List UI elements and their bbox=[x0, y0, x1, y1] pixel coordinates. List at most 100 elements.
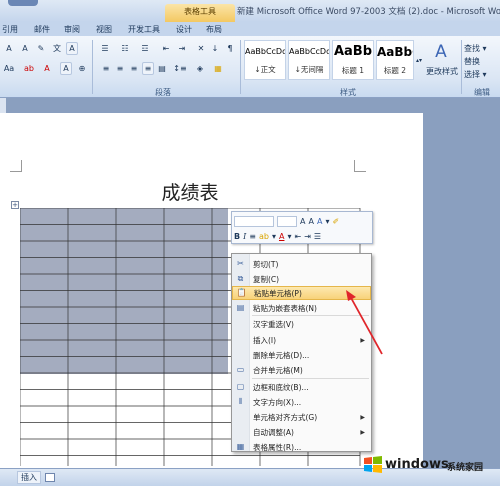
context-menu-item[interactable]: 自动调整(A) ▶ bbox=[232, 425, 371, 439]
highlight-icon[interactable]: ab bbox=[20, 62, 38, 75]
format-painter-icon[interactable]: ✐ bbox=[332, 217, 339, 226]
align-center-icon[interactable]: ≡ bbox=[114, 62, 126, 75]
bullets-icon[interactable]: ☰ bbox=[98, 42, 112, 55]
tab-developer[interactable]: 开发工具 bbox=[128, 24, 160, 35]
windows-logo-icon bbox=[364, 456, 382, 473]
dropdown-icon[interactable]: ▾ bbox=[272, 232, 276, 241]
tab-review[interactable]: 审阅 bbox=[64, 24, 80, 35]
bullets-icon[interactable]: ☰ bbox=[314, 232, 321, 241]
dropdown-icon[interactable]: ▾ bbox=[287, 232, 291, 241]
crop-mark bbox=[10, 160, 22, 172]
tab-references[interactable]: 引用 bbox=[2, 24, 18, 35]
annotation-arrow bbox=[346, 290, 383, 355]
context-menu-item-label: 粘贴为嵌套表格(N) bbox=[253, 303, 317, 313]
char-border-icon[interactable]: A bbox=[66, 42, 78, 55]
insert-mode-button[interactable]: 插入 bbox=[17, 471, 41, 484]
context-menu-item-label: 汉字重选(V) bbox=[253, 319, 294, 329]
styles-more-icon[interactable]: ▴▾ bbox=[415, 40, 423, 80]
justify-icon[interactable]: ≡ bbox=[142, 62, 154, 75]
group-separator bbox=[92, 40, 93, 94]
macro-record-icon[interactable] bbox=[45, 473, 55, 482]
align-right-icon[interactable]: ≡ bbox=[128, 62, 140, 75]
context-menu-item-label: 复制(C) bbox=[253, 274, 280, 284]
indent-icon[interactable]: ⇤ bbox=[294, 232, 301, 241]
font-size-box[interactable] bbox=[277, 215, 297, 227]
clear-format-icon[interactable]: ✎ bbox=[34, 42, 48, 55]
shrink-font-icon[interactable]: A bbox=[308, 217, 313, 226]
paste-nested-icon: ▤ bbox=[236, 303, 245, 312]
grow-font-icon[interactable]: A bbox=[300, 217, 305, 226]
submenu-arrow-icon: ▶ bbox=[360, 413, 365, 421]
group-separator bbox=[461, 40, 462, 94]
numbering-icon[interactable]: ☷ bbox=[118, 42, 132, 55]
increase-indent-icon[interactable]: ⇥ bbox=[176, 42, 188, 55]
tab-view[interactable]: 视图 bbox=[96, 24, 112, 35]
style-heading-2[interactable]: AaBbC 标题 2 bbox=[376, 40, 414, 80]
font-color-icon[interactable]: A bbox=[40, 62, 54, 75]
borders-icon[interactable]: ▦ bbox=[210, 62, 226, 75]
context-menu-item[interactable]: ▢ 边框和底纹(B)... bbox=[232, 380, 371, 394]
style-no-spacing[interactable]: AaBbCcDd ↓无间隔 bbox=[288, 40, 330, 80]
line-spacing-icon[interactable]: ↕≡ bbox=[172, 62, 188, 75]
font-color-icon[interactable]: A bbox=[279, 232, 284, 241]
tab-layout[interactable]: 布局 bbox=[206, 24, 222, 35]
text-direction-icon: ⫴ bbox=[238, 397, 243, 406]
group-separator bbox=[240, 40, 241, 94]
context-menu-item-label: 单元格对齐方式(G) bbox=[253, 412, 318, 422]
change-styles-icon[interactable]: A bbox=[426, 42, 456, 62]
style-heading-1[interactable]: AaBb 标题 1 bbox=[332, 40, 374, 80]
grow-font-button[interactable]: A bbox=[2, 42, 16, 55]
paragraph-group-label: 段落 bbox=[155, 88, 171, 97]
change-case-icon[interactable]: Aa bbox=[2, 62, 16, 75]
style-preview: AaBb bbox=[333, 44, 373, 59]
tab-mailings[interactable]: 邮件 bbox=[34, 24, 50, 35]
quick-access-toolbar[interactable] bbox=[8, 0, 38, 6]
tab-design[interactable]: 设计 bbox=[176, 24, 192, 35]
context-menu-item[interactable]: ▭ 合并单元格(M) bbox=[232, 363, 371, 377]
context-menu-item-label: 边框和底纹(B)... bbox=[253, 382, 309, 392]
highlight-icon[interactable]: ab bbox=[259, 232, 269, 241]
style-name: ↓无间隔 bbox=[294, 65, 324, 74]
change-styles-button[interactable]: 更改样式 bbox=[426, 66, 458, 77]
sort-icon[interactable]: ↓ bbox=[210, 42, 220, 55]
shading-icon[interactable]: ◈ bbox=[192, 62, 208, 75]
char-shading-icon[interactable]: A bbox=[60, 62, 72, 75]
show-marks-icon[interactable]: ¶ bbox=[224, 42, 236, 55]
context-menu-item-label: 表格属性(R)... bbox=[253, 442, 302, 452]
indent-increase-icon[interactable]: ⇥ bbox=[304, 232, 311, 241]
styles-group-label: 样式 bbox=[340, 88, 356, 97]
style-preview: AaBbCcDd bbox=[289, 47, 329, 56]
context-menu-item[interactable]: 单元格对齐方式(G) ▶ bbox=[232, 410, 371, 424]
multilevel-list-icon[interactable]: ☲ bbox=[138, 42, 152, 55]
style-normal[interactable]: AaBbCcDd ↓正文 bbox=[244, 40, 286, 80]
font-name-box[interactable] bbox=[234, 215, 274, 227]
chinese-layout-icon[interactable]: ✕ bbox=[194, 42, 208, 55]
find-button[interactable]: 查找 ▾ bbox=[464, 43, 487, 54]
enclose-char-icon[interactable]: ⊕ bbox=[76, 62, 88, 75]
table-properties-icon: ▦ bbox=[236, 442, 245, 451]
table-move-handle[interactable]: + bbox=[11, 201, 19, 209]
ribbon-tabs: 引用 邮件 审阅 视图 开发工具 设计 布局 bbox=[0, 22, 500, 36]
borders-icon: ▢ bbox=[236, 382, 245, 391]
align-left-icon[interactable]: ≡ bbox=[100, 62, 112, 75]
shrink-font-button[interactable]: A bbox=[18, 42, 32, 55]
decrease-indent-icon[interactable]: ⇤ bbox=[160, 42, 172, 55]
scissors-icon: ✂ bbox=[237, 259, 244, 268]
replace-button[interactable]: 替换 bbox=[464, 56, 480, 67]
styles-icon[interactable]: A bbox=[317, 217, 322, 226]
select-button[interactable]: 选择 ▾ bbox=[464, 69, 487, 80]
context-menu-item[interactable]: ▦ 表格属性(R)... bbox=[232, 440, 371, 454]
distributed-icon[interactable]: ▤ bbox=[156, 62, 168, 75]
phonetic-icon[interactable]: 文 bbox=[50, 42, 64, 55]
style-name: 标题 2 bbox=[383, 66, 407, 75]
watermark: windows 系统家园 bbox=[356, 448, 500, 484]
center-icon[interactable]: ≡ bbox=[249, 232, 256, 241]
context-menu-item[interactable]: ✂ 剪切(T) bbox=[232, 257, 371, 271]
dropdown-icon[interactable]: ▾ bbox=[325, 217, 329, 226]
context-menu-item-label: 插入(I) bbox=[253, 335, 277, 345]
italic-button[interactable]: I bbox=[243, 232, 246, 241]
bold-button[interactable]: B bbox=[234, 232, 240, 241]
context-menu-item[interactable]: ⧉ 复制(C) bbox=[232, 272, 371, 286]
context-menu-item[interactable]: ⫴ 文字方向(X)... bbox=[232, 395, 371, 409]
style-name: 标题 1 bbox=[341, 66, 365, 75]
